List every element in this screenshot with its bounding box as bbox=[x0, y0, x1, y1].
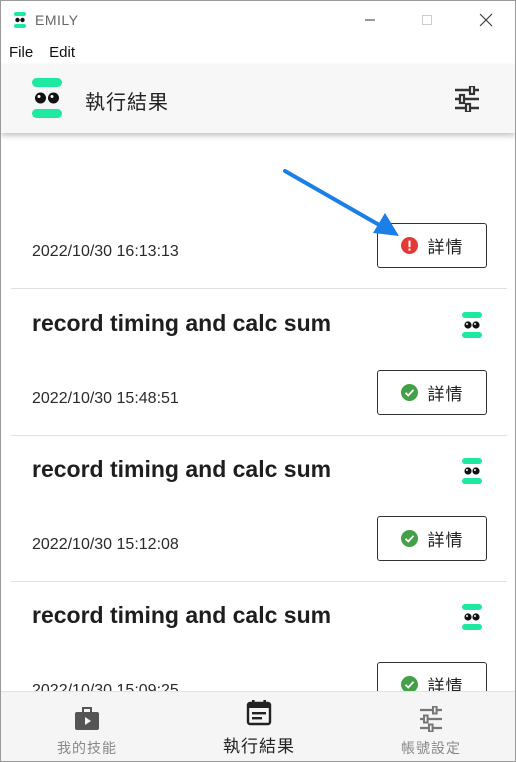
emily-task-icon bbox=[462, 458, 482, 484]
emily-task-icon bbox=[462, 604, 482, 630]
maximize-icon bbox=[422, 15, 432, 25]
detail-button[interactable]: 詳情 bbox=[377, 370, 487, 415]
nav-label: 執行結果 bbox=[223, 737, 295, 756]
menu-file[interactable]: File bbox=[1, 44, 41, 61]
detail-label: 詳情 bbox=[427, 677, 464, 691]
detail-button[interactable]: 詳情 bbox=[377, 516, 487, 561]
detail-label: 詳情 bbox=[427, 385, 464, 404]
maximize-button[interactable] bbox=[404, 1, 450, 39]
page-title: 執行結果 bbox=[85, 92, 169, 114]
result-card: record timing and calc sum 2022/10/30 15… bbox=[11, 290, 507, 436]
check-circle-icon bbox=[400, 384, 418, 401]
nav-my-skills[interactable]: 我的技能 bbox=[1, 692, 173, 761]
nav-label: 我的技能 bbox=[57, 740, 117, 756]
task-name: record timing and calc sum bbox=[32, 310, 332, 336]
app-window: EMILY File Edit 執行結果 2022/10/30 16:13:13… bbox=[0, 0, 516, 762]
task-name: record timing and calc sum bbox=[32, 456, 332, 482]
result-timestamp: 2022/10/30 16:13:13 bbox=[32, 243, 179, 260]
task-name: record timing and calc sum bbox=[32, 602, 332, 628]
result-card: 2022/10/30 16:13:13 詳情 bbox=[11, 143, 507, 289]
result-timestamp: 2022/10/30 15:12:08 bbox=[32, 536, 179, 553]
detail-button[interactable]: 詳情 bbox=[377, 223, 487, 268]
results-list[interactable]: 2022/10/30 16:13:13 詳情 record timing and… bbox=[1, 133, 515, 691]
nav-account-settings[interactable]: 帳號設定 bbox=[345, 692, 515, 761]
check-circle-icon bbox=[400, 676, 418, 691]
window-title: EMILY bbox=[35, 12, 79, 28]
emily-logo-icon bbox=[32, 78, 62, 118]
app-header: 執行結果 bbox=[1, 64, 515, 133]
tune-icon bbox=[420, 706, 442, 732]
nav-results[interactable]: 執行結果 bbox=[173, 692, 345, 761]
calendar-icon bbox=[246, 700, 272, 726]
result-card: record timing and calc sum 2022/10/30 15… bbox=[11, 582, 507, 691]
minimize-icon bbox=[365, 19, 375, 21]
minimize-button[interactable] bbox=[347, 1, 393, 39]
result-card: record timing and calc sum 2022/10/30 15… bbox=[11, 436, 507, 582]
close-icon bbox=[479, 13, 493, 27]
emily-task-icon bbox=[462, 312, 482, 338]
result-timestamp: 2022/10/30 15:09:25 bbox=[32, 682, 179, 691]
close-button[interactable] bbox=[463, 1, 509, 39]
result-timestamp: 2022/10/30 15:48:51 bbox=[32, 390, 179, 407]
tune-icon[interactable] bbox=[453, 86, 481, 112]
briefcase-icon bbox=[75, 707, 99, 730]
detail-label: 詳情 bbox=[427, 531, 464, 550]
error-icon bbox=[400, 237, 418, 254]
nav-label: 帳號設定 bbox=[401, 740, 461, 756]
detail-button[interactable]: 詳情 bbox=[377, 662, 487, 691]
menu-bar: File Edit bbox=[1, 39, 83, 65]
menu-edit[interactable]: Edit bbox=[41, 44, 83, 61]
title-bar[interactable]: EMILY bbox=[1, 1, 515, 39]
bottom-nav: 我的技能 執行結果 帳號設定 bbox=[1, 691, 515, 761]
check-circle-icon bbox=[400, 530, 418, 547]
emily-logo-icon bbox=[14, 12, 26, 28]
detail-label: 詳情 bbox=[427, 238, 464, 257]
